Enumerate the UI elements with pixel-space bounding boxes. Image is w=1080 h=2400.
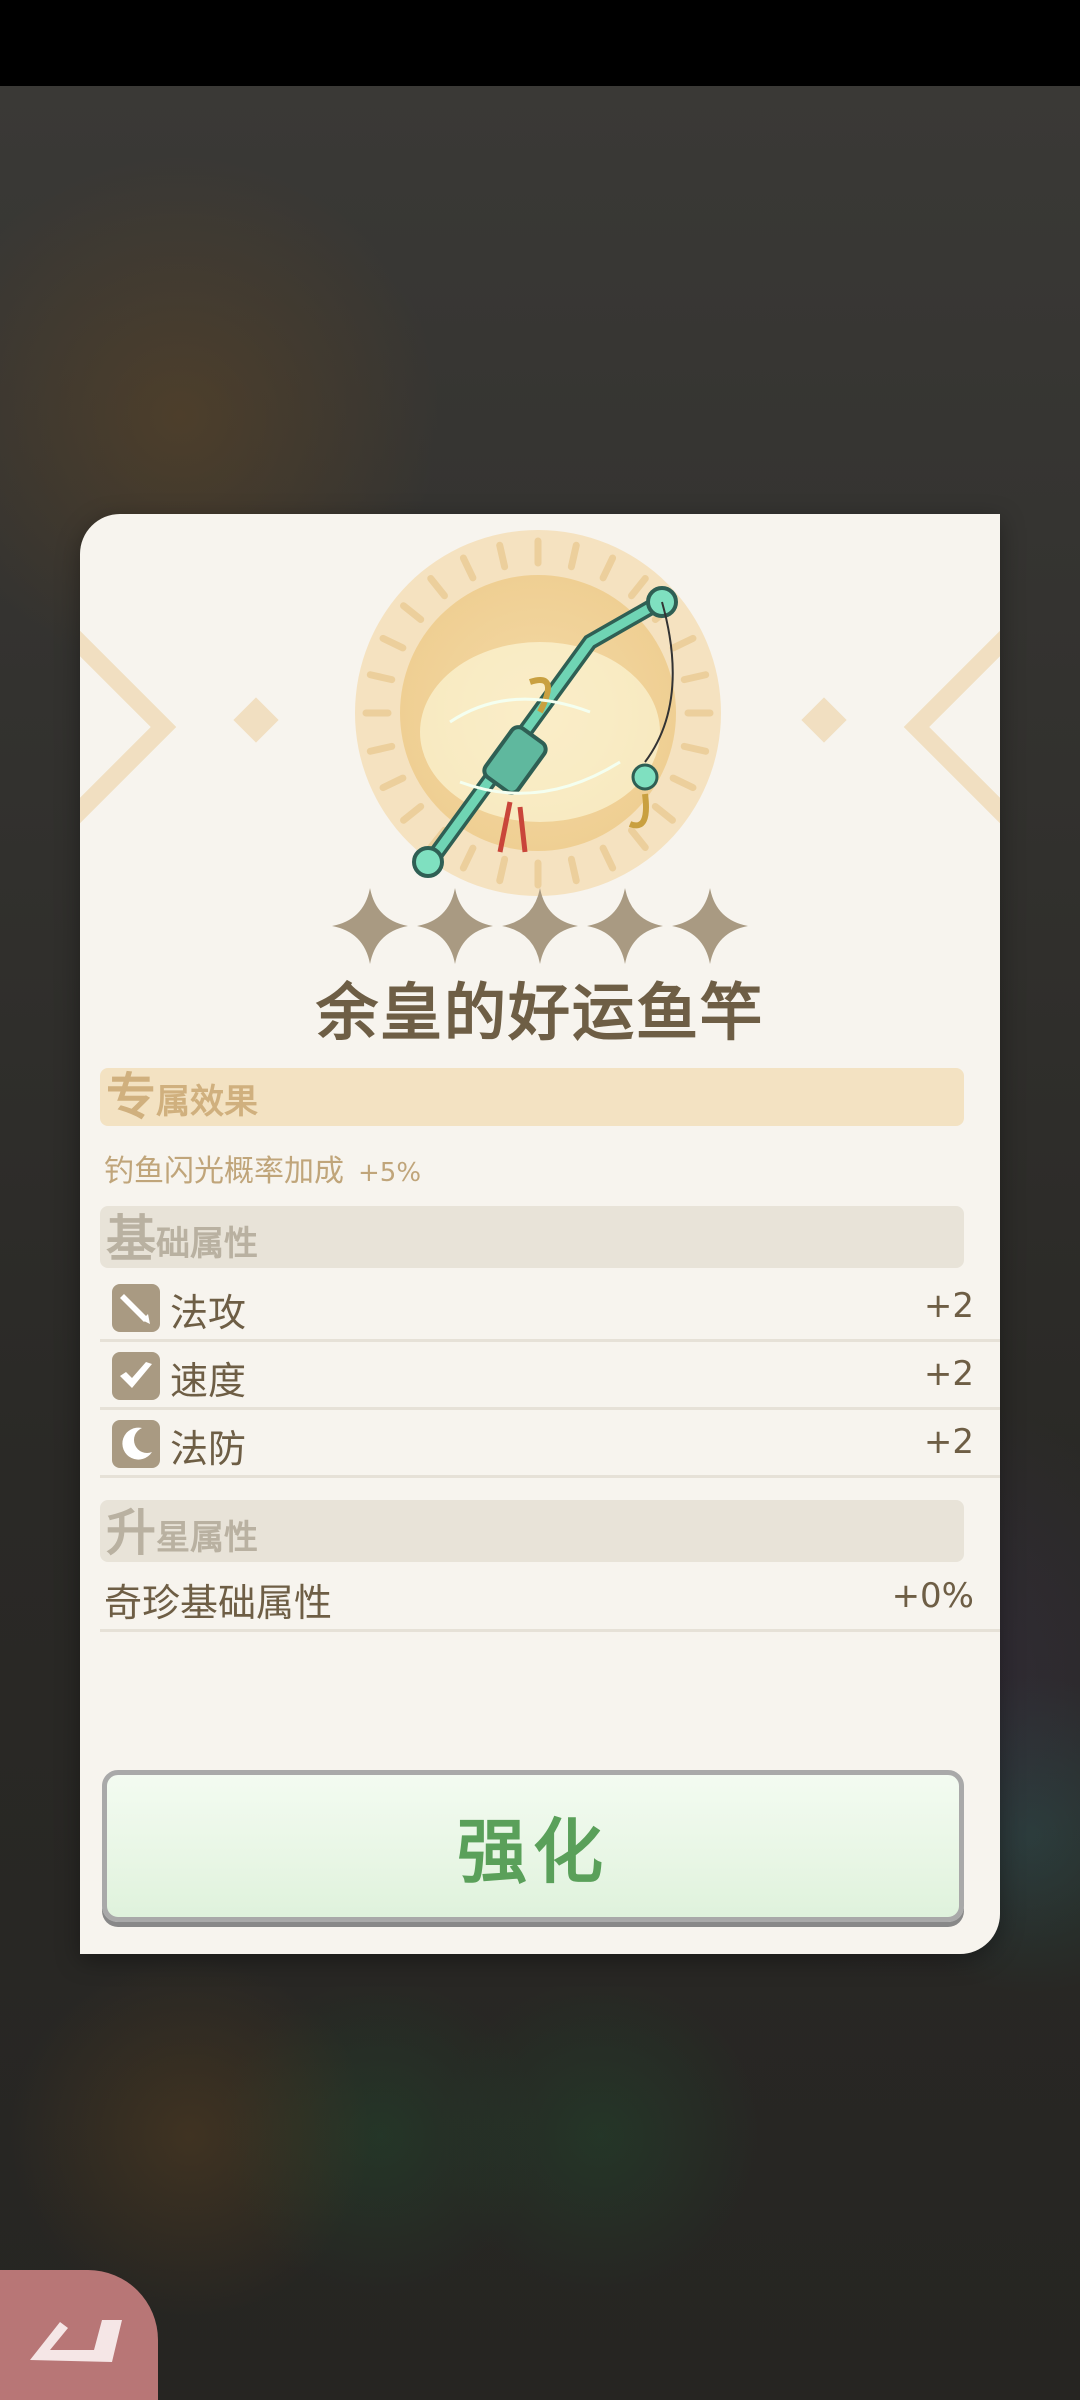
attribute-row-magic-attack: 法攻 +2 bbox=[100, 1276, 1000, 1342]
corner-menu-button[interactable] bbox=[0, 2270, 158, 2400]
decor-chevron-right bbox=[903, 623, 1000, 831]
decor-diamond-right bbox=[801, 697, 847, 743]
star-rating bbox=[330, 886, 750, 966]
star-icon bbox=[417, 888, 493, 964]
star-icon bbox=[502, 888, 578, 964]
fishing-rod-icon bbox=[412, 586, 678, 878]
star-icon bbox=[587, 888, 663, 964]
section-base-attributes: 基础属性 bbox=[100, 1206, 964, 1268]
star-icon bbox=[332, 888, 408, 964]
attribute-row-rare-base: 奇珍基础属性 +0% bbox=[100, 1566, 1000, 1632]
item-name: 余皇的好运鱼竿 bbox=[315, 976, 764, 1049]
star-icon bbox=[672, 888, 748, 964]
magic-defense-icon bbox=[112, 1420, 160, 1468]
attribute-row-magic-defense: 法防 +2 bbox=[100, 1412, 1000, 1478]
enhance-button[interactable]: 强化 bbox=[102, 1770, 964, 1922]
section-star-attributes: 升星属性 bbox=[100, 1500, 964, 1562]
item-detail-card: 余皇的好运鱼竿 专属效果 钓鱼闪光概率加成 +5% 基础属性 法攻 +2 速度 +… bbox=[80, 514, 1000, 1954]
attribute-row-speed: 速度 +2 bbox=[100, 1344, 1000, 1410]
decor-chevron-left bbox=[80, 623, 177, 831]
section-exclusive-effect: 专属效果 bbox=[100, 1068, 964, 1126]
exclusive-effect-text: 钓鱼闪光概率加成 +5% bbox=[104, 1154, 422, 1189]
status-bar bbox=[0, 0, 1080, 86]
decor-diamond-left bbox=[233, 697, 279, 743]
magic-attack-icon bbox=[112, 1284, 160, 1332]
corner-swoosh-icon bbox=[30, 2320, 122, 2362]
speed-icon bbox=[112, 1352, 160, 1400]
